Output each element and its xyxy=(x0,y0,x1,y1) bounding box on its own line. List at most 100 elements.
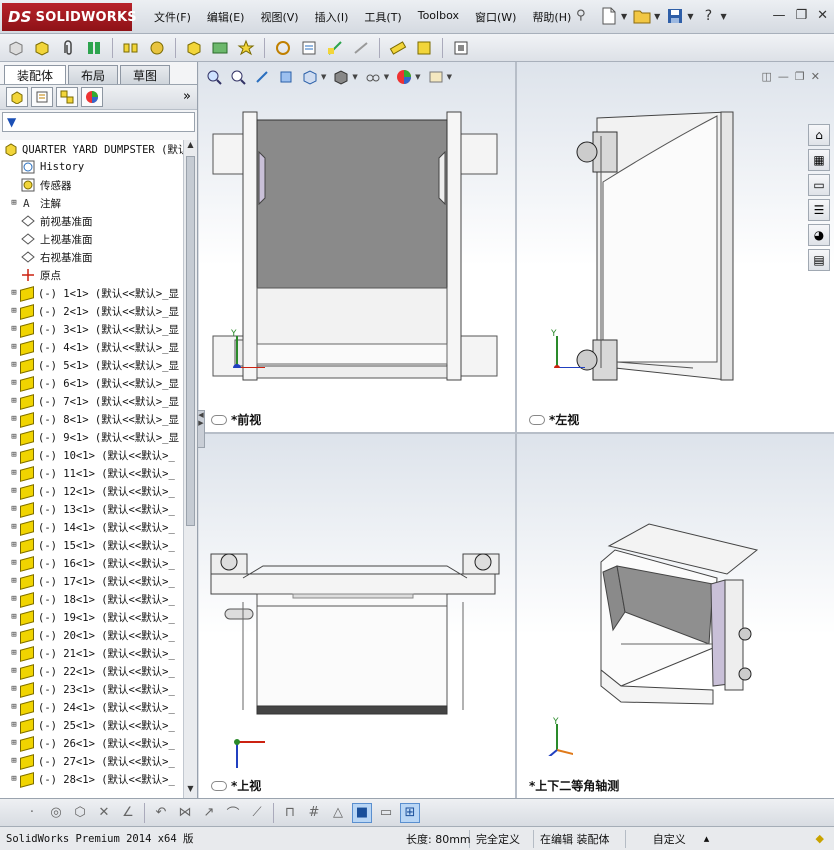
point-icon[interactable]: · xyxy=(22,803,42,823)
expand-icon[interactable]: ⊞ xyxy=(8,630,20,640)
tree-part-item[interactable]: ⊞ (-) 17<1> (默认<<默认>_ xyxy=(0,572,184,590)
restore-pane-icon[interactable]: ❐ xyxy=(795,70,805,83)
tree-root-assembly[interactable]: QUARTER YARD DUMPSTER (默认<显 xyxy=(0,140,184,158)
close-pane-icon[interactable]: ✕ xyxy=(811,70,820,83)
move-component-icon[interactable] xyxy=(184,38,204,58)
tree-node[interactable]: ⊞ A 注解 xyxy=(0,194,184,212)
expand-icon[interactable]: ⊞ xyxy=(8,378,20,388)
offset-icon[interactable]: ↶ xyxy=(151,803,171,823)
close-icon[interactable]: ✕ xyxy=(817,8,828,23)
help-icon[interactable]: ? xyxy=(697,5,719,27)
chevron-down-icon[interactable]: ▼ xyxy=(654,12,660,21)
menu-view[interactable]: 视图(V) xyxy=(252,9,306,25)
tree-part-item[interactable]: ⊞ (-) 3<1> (默认<<默认>_显 xyxy=(0,320,184,338)
tree-part-item[interactable]: ⊞ (-) 27<1> (默认<<默认>_ xyxy=(0,752,184,770)
menu-edit[interactable]: 编辑(E) xyxy=(199,9,253,25)
minimize-icon[interactable]: — xyxy=(772,8,785,23)
chamfer-icon[interactable]: ⟋ xyxy=(247,803,267,823)
configuration-manager-icon[interactable] xyxy=(56,87,78,107)
tree-part-item[interactable]: ⊞ (-) 22<1> (默认<<默认>_ xyxy=(0,662,184,680)
circle-icon[interactable]: ◎ xyxy=(46,803,66,823)
interference-detection-icon[interactable] xyxy=(388,38,408,58)
tree-part-item[interactable]: ⊞ (-) 6<1> (默认<<默认>_显 xyxy=(0,374,184,392)
four-view-icon[interactable]: ⊞ xyxy=(400,802,420,823)
tree-part-item[interactable]: ⊞ (-) 1<1> (默认<<默认>_显 xyxy=(0,284,184,302)
show-hidden-icon[interactable] xyxy=(210,38,230,58)
tree-part-item[interactable]: ⊞ (-) 23<1> (默认<<默认>_ xyxy=(0,680,184,698)
tree-part-item[interactable]: ⊞ (-) 11<1> (默认<<默认>_ xyxy=(0,464,184,482)
menu-toolbox[interactable]: Toolbox xyxy=(410,9,467,25)
solidworks-logo[interactable]: DS SOLIDWORKS xyxy=(2,3,137,31)
minimize-pane-icon[interactable]: — xyxy=(778,70,789,83)
expand-icon[interactable]: ⊞ xyxy=(8,756,20,766)
tree-part-item[interactable]: ⊞ (-) 26<1> (默认<<默认>_ xyxy=(0,734,184,752)
fillet-icon[interactable]: ⌒ xyxy=(223,803,243,823)
tree-node[interactable]: History xyxy=(0,158,184,176)
expand-icon[interactable]: ⊞ xyxy=(8,432,20,442)
expand-icon[interactable]: ⊞ xyxy=(8,648,20,658)
expand-icon[interactable]: ⊞ xyxy=(8,702,20,712)
insert-component-icon[interactable] xyxy=(6,38,26,58)
expand-icon[interactable]: ⊞ xyxy=(8,540,20,550)
explode-line-sketch-icon[interactable] xyxy=(351,38,371,58)
reference-geometry-icon[interactable] xyxy=(273,38,293,58)
chevron-down-icon[interactable]: ▼ xyxy=(415,73,420,81)
tree-part-item[interactable]: ⊞ (-) 4<1> (默认<<默认>_显 xyxy=(0,338,184,356)
angle-icon[interactable]: ∠ xyxy=(118,803,138,823)
scroll-up-icon[interactable]: ▲ xyxy=(184,140,197,154)
scroll-thumb[interactable] xyxy=(186,156,195,526)
instant3d-icon[interactable] xyxy=(451,38,471,58)
view-eye-icon[interactable] xyxy=(529,414,545,425)
tree-part-item[interactable]: ⊞ (-) 15<1> (默认<<默认>_ xyxy=(0,536,184,554)
tree-part-item[interactable]: ⊞ (-) 19<1> (默认<<默认>_ xyxy=(0,608,184,626)
expand-icon[interactable]: ⊞ xyxy=(8,288,20,298)
tree-node[interactable]: 原点 xyxy=(0,266,184,284)
grid-icon[interactable]: # xyxy=(304,803,324,823)
linear-pattern-icon[interactable] xyxy=(121,38,141,58)
menu-help[interactable]: 帮助(H) xyxy=(524,9,579,25)
link-views-icon[interactable]: ◫ xyxy=(762,70,772,83)
hide-show-items-icon[interactable] xyxy=(364,68,382,86)
expand-icon[interactable]: ⊞ xyxy=(8,522,20,532)
tree-part-item[interactable]: ⊞ (-) 12<1> (默认<<默认>_ xyxy=(0,482,184,500)
open-folder-icon[interactable] xyxy=(631,5,653,27)
chevron-down-icon[interactable]: ▼ xyxy=(352,73,357,81)
tree-part-item[interactable]: ⊞ (-) 8<1> (默认<<默认>_显 xyxy=(0,410,184,428)
chevron-down-icon[interactable]: ▼ xyxy=(384,73,389,81)
expand-icon[interactable]: ⊞ xyxy=(8,594,20,604)
tree-part-item[interactable]: ⊞ (-) 14<1> (默认<<默认>_ xyxy=(0,518,184,536)
tab-layout[interactable]: 布局 xyxy=(68,65,119,84)
view-palette-icon[interactable]: ☰ xyxy=(808,199,830,221)
3d-view-icon[interactable]: ■ xyxy=(352,802,372,823)
tree-part-item[interactable]: ⊞ (-) 5<1> (默认<<默认>_显 xyxy=(0,356,184,374)
chevron-down-icon[interactable]: ▼ xyxy=(687,12,693,21)
tree-part-item[interactable]: ⊞ (-) 16<1> (默认<<默认>_ xyxy=(0,554,184,572)
menu-tools[interactable]: 工具(T) xyxy=(356,9,409,25)
save-icon[interactable] xyxy=(664,5,686,27)
tab-sketch[interactable]: 草图 xyxy=(120,65,171,84)
expand-icon[interactable]: ⊞ xyxy=(8,306,20,316)
filter-icon[interactable]: ▼ xyxy=(7,115,16,129)
expand-icon[interactable]: ⊞ xyxy=(8,738,20,748)
tree-part-item[interactable]: ⊞ (-) 2<1> (默认<<默认>_显 xyxy=(0,302,184,320)
design-library-icon[interactable]: ▦ xyxy=(808,149,830,171)
file-explorer-icon[interactable]: ▭ xyxy=(808,174,830,196)
left-view-pane[interactable]: Y Z *左视 xyxy=(517,62,834,432)
new-part-icon[interactable] xyxy=(32,38,52,58)
expand-icon[interactable]: ⊞ xyxy=(8,468,20,478)
tree-part-item[interactable]: ⊞ (-) 24<1> (默认<<默认>_ xyxy=(0,698,184,716)
expand-icon[interactable]: ⊞ xyxy=(8,396,20,406)
clearance-verification-icon[interactable] xyxy=(414,38,434,58)
apply-scene-icon[interactable] xyxy=(427,68,445,86)
tree-node[interactable]: 上视基准面 xyxy=(0,230,184,248)
polygon-icon[interactable]: ⬡ xyxy=(70,803,90,823)
chevron-down-icon[interactable]: ▼ xyxy=(720,12,726,21)
previous-view-icon[interactable] xyxy=(253,68,271,86)
view-eye-icon[interactable] xyxy=(211,780,227,791)
expand-icon[interactable]: ⊞ xyxy=(8,342,20,352)
section-view-icon[interactable] xyxy=(277,68,295,86)
mirror-icon[interactable]: ⋈ xyxy=(175,803,195,823)
display-style-icon[interactable] xyxy=(332,68,350,86)
bill-of-materials-icon[interactable] xyxy=(299,38,319,58)
trim-icon[interactable]: ✕ xyxy=(94,803,114,823)
